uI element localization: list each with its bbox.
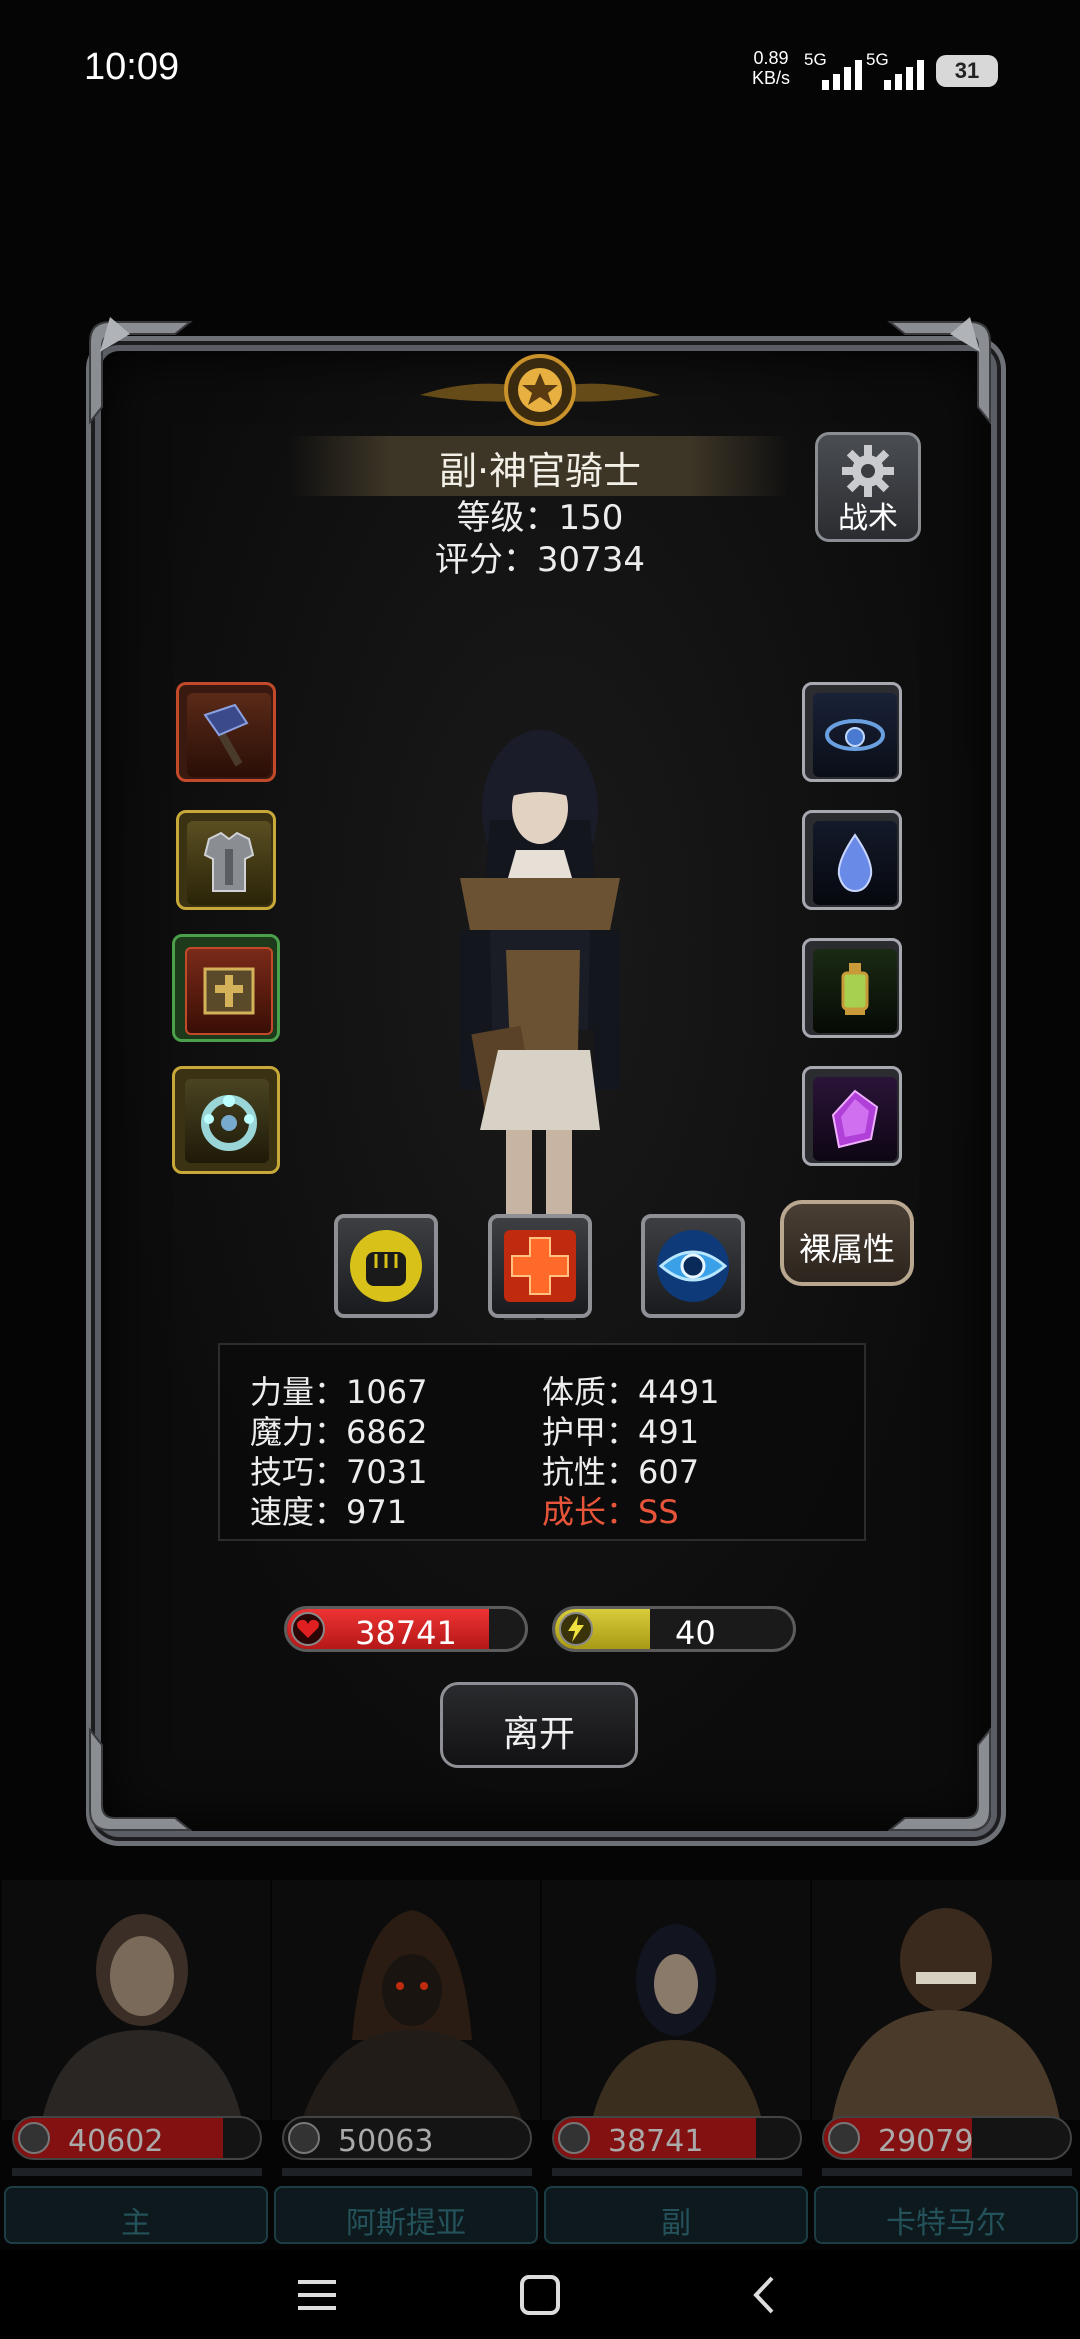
purple-crystal-icon	[831, 1089, 879, 1149]
holy-book-icon	[203, 967, 255, 1015]
energy-bar: 40	[552, 1606, 796, 1652]
bare-attributes-label: 裸属性	[798, 1230, 895, 1268]
sword-icon	[18, 2122, 50, 2154]
party-portrait	[2, 1880, 270, 2120]
equip-slot-lantern[interactable]	[802, 938, 902, 1038]
battery-icon: 31	[936, 55, 998, 87]
party-hp-value: 50063	[338, 2124, 434, 2159]
skill-cross[interactable]	[488, 1214, 592, 1318]
home-icon[interactable]	[515, 2272, 565, 2318]
blue-amulet-icon	[825, 719, 885, 751]
energy-value: 40	[675, 1614, 716, 1652]
party-hp-value: 40602	[68, 2124, 164, 2159]
party-tab[interactable]: 副	[544, 2186, 808, 2244]
signal-1-icon: 5G	[804, 50, 866, 90]
tactics-button[interactable]: 战术	[815, 432, 921, 542]
party-member-card[interactable]: 29079 卡特马尔	[812, 1880, 1080, 2250]
bare-attributes-button[interactable]: 裸属性	[780, 1200, 914, 1286]
party-member-card[interactable]: 38741 副	[542, 1880, 810, 2250]
skill-eye[interactable]	[641, 1214, 745, 1318]
jeweled-ring-icon	[201, 1095, 257, 1151]
chest-armor-icon	[203, 831, 255, 892]
party-sub-bar	[282, 2168, 532, 2176]
lightning-icon	[559, 1612, 593, 1646]
party-hp-value: 38741	[608, 2124, 704, 2159]
equip-slot-ring[interactable]	[172, 1066, 280, 1174]
stats-panel: 力量：1067 体质：4491 魔力：6862 护甲：491 技巧：7031 抗…	[218, 1343, 866, 1541]
hp-bar: 38741	[284, 1606, 528, 1652]
system-nav-bar	[0, 2250, 1080, 2339]
fist-icon	[350, 1230, 422, 1302]
stat-growth: 成长：SS	[542, 1493, 679, 1531]
party-sub-bar	[12, 2168, 262, 2176]
hp-value: 38741	[355, 1614, 457, 1652]
party-name: 卡特马尔	[886, 2206, 1006, 2241]
frame-corner-ornament	[80, 312, 200, 432]
party-tab[interactable]: 主	[4, 2186, 268, 2244]
frame-corner-ornament	[880, 1720, 1000, 1840]
tactics-label: 战术	[838, 501, 898, 536]
status-bar: 10:09 0.89 KB/s 5G 5G 31	[0, 0, 1080, 140]
back-icon[interactable]	[740, 2272, 790, 2318]
net-speed-unit: KB/s	[752, 68, 791, 88]
sword-icon	[288, 2122, 320, 2154]
war-hammer-icon	[203, 703, 249, 767]
menu-icon[interactable]	[292, 2272, 342, 2318]
eye-icon	[657, 1230, 729, 1302]
skill-fist[interactable]	[334, 1214, 438, 1318]
party-sub-bar	[552, 2168, 802, 2176]
network-speed: 0.89 KB/s	[752, 48, 790, 88]
cross-heal-icon	[504, 1230, 576, 1302]
party-hp-bar: 29079	[822, 2116, 1072, 2160]
party-name: 主	[121, 2206, 151, 2241]
equip-slot-gem[interactable]	[802, 810, 902, 910]
character-name: 副·神官骑士	[438, 449, 642, 493]
sun-emblem-icon	[420, 345, 660, 435]
party-hp-value: 29079	[878, 2124, 974, 2159]
character-score: 评分：30734	[434, 540, 646, 580]
party-tab[interactable]: 阿斯提亚	[274, 2186, 538, 2244]
party-hp-bar: 38741	[552, 2116, 802, 2160]
party-hp-bar: 50063	[282, 2116, 532, 2160]
signal-2-icon: 5G	[866, 50, 928, 90]
clock: 10:09	[84, 46, 180, 88]
party-hp-bar: 40602	[12, 2116, 262, 2160]
battery-level: 31	[954, 58, 980, 83]
equip-slot-amulet[interactable]	[802, 682, 902, 782]
sword-icon	[828, 2122, 860, 2154]
party-name: 阿斯提亚	[346, 2206, 466, 2241]
stat-speed: 速度：971	[250, 1493, 408, 1531]
party-portrait	[812, 1880, 1080, 2120]
party-portrait	[542, 1880, 810, 2120]
blue-gem-drop-icon	[837, 833, 873, 893]
leave-button[interactable]: 离开	[440, 1682, 638, 1768]
leave-label: 离开	[502, 1714, 575, 1755]
party-member-card[interactable]: 40602 主	[2, 1880, 270, 2250]
party-name: 副	[661, 2206, 691, 2241]
frame-corner-ornament	[80, 1720, 200, 1840]
gear-icon	[842, 445, 894, 497]
sword-icon	[558, 2122, 590, 2154]
party-tab[interactable]: 卡特马尔	[814, 2186, 1078, 2244]
party-member-card[interactable]: 50063 阿斯提亚	[272, 1880, 540, 2250]
party-portrait	[272, 1880, 540, 2120]
lantern-icon	[841, 963, 869, 1015]
net-speed-value: 0.89	[753, 48, 789, 68]
equip-slot-weapon[interactable]	[176, 682, 276, 782]
frame-corner-ornament	[880, 312, 1000, 432]
equip-slot-crystal[interactable]	[802, 1066, 902, 1166]
equip-slot-armor[interactable]	[176, 810, 276, 910]
equip-slot-offhand[interactable]	[172, 934, 280, 1042]
party-sub-bar	[822, 2168, 1072, 2176]
